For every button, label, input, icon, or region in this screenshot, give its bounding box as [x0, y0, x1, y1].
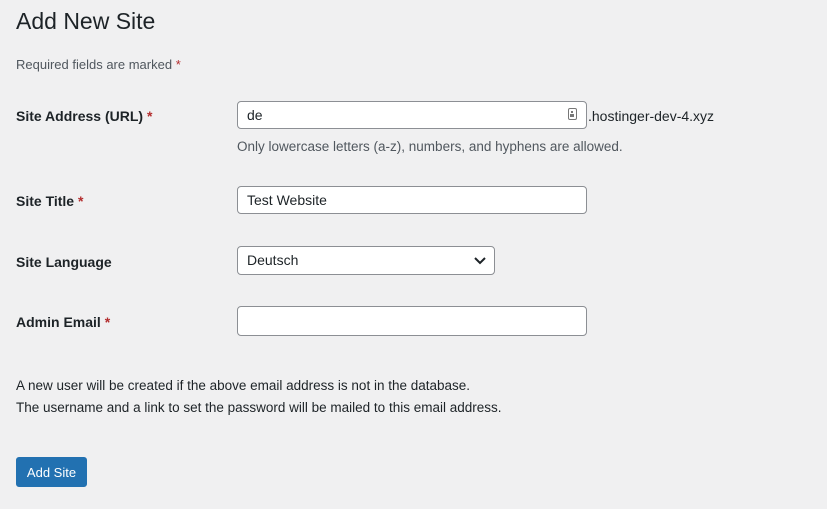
email-note-line-2: The username and a link to set the passw…: [16, 400, 502, 415]
site-title-label: Site Title *: [16, 193, 83, 209]
admin-email-input[interactable]: [237, 306, 587, 336]
admin-email-label-text: Admin Email: [16, 314, 101, 330]
site-language-label: Site Language: [16, 254, 112, 270]
site-language-select[interactable]: Deutsch: [237, 246, 495, 275]
site-address-hint: Only lowercase letters (a-z), numbers, a…: [237, 139, 623, 154]
required-note: Required fields are marked *: [16, 57, 181, 72]
chevron-down-icon: [474, 257, 486, 265]
autofill-contact-icon[interactable]: [568, 108, 577, 120]
required-asterisk: *: [77, 193, 84, 209]
site-address-input[interactable]: de: [237, 101, 587, 129]
site-address-label-text: Site Address (URL): [16, 108, 144, 124]
site-title-input[interactable]: Test Website: [237, 186, 587, 214]
admin-email-label: Admin Email *: [16, 314, 110, 330]
required-asterisk: *: [146, 108, 153, 124]
required-note-text: Required fields are marked: [16, 57, 173, 72]
add-site-button[interactable]: Add Site: [16, 457, 87, 487]
site-language-value: Deutsch: [247, 252, 299, 268]
site-address-value: de: [247, 107, 263, 123]
page-title: Add New Site: [16, 8, 156, 34]
required-asterisk: *: [175, 57, 181, 72]
site-title-label-text: Site Title: [16, 193, 75, 209]
domain-suffix: .hostinger-dev-4.xyz: [588, 108, 715, 124]
email-note-line-1: A new user will be created if the above …: [16, 378, 471, 393]
required-asterisk: *: [104, 314, 111, 330]
site-title-value: Test Website: [247, 192, 327, 208]
site-address-label: Site Address (URL) *: [16, 108, 152, 124]
